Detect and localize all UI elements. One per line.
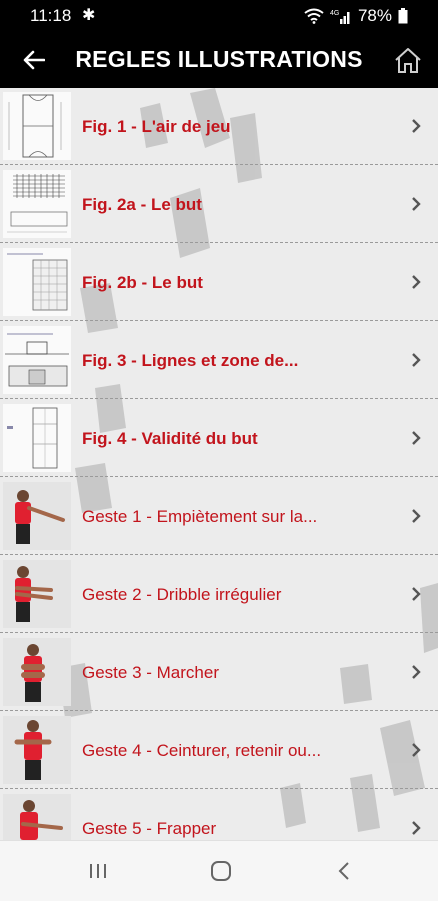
nav-home-button[interactable]: [201, 853, 241, 889]
home-circle-icon: [211, 861, 231, 881]
nav-back-button[interactable]: [324, 853, 364, 889]
thumbnail-referee-gesture-photo: [3, 482, 71, 550]
status-icons: 4G 78%: [304, 6, 408, 26]
thumbnail-goal-side-diagram: [3, 248, 71, 316]
battery-icon: [398, 8, 408, 24]
home-icon: [395, 48, 421, 73]
signal-icon: 4G: [330, 10, 350, 24]
chevron-right-icon: [412, 275, 421, 289]
chevron-right-icon: [412, 665, 421, 679]
list-item-fig-2a[interactable]: Fig. 2a - Le but: [0, 166, 438, 243]
thumbnail-referee-gesture-photo: [3, 560, 71, 628]
page-title: REGLES ILLUSTRATIONS: [75, 46, 363, 72]
nav-back-icon: [338, 862, 349, 880]
battery-percent: 78%: [357, 6, 392, 25]
list-item-fig-4[interactable]: Fig. 4 - Validité du but: [0, 400, 438, 477]
status-time: 11:18: [30, 6, 72, 25]
item-label: Fig. 2b - Le but: [82, 273, 203, 292]
list-item-geste-5[interactable]: Geste 5 - Frapper: [0, 790, 438, 840]
thumbnail-referee-gesture-photo: [3, 716, 71, 784]
item-label: Geste 4 - Ceinturer, retenir ou...: [82, 741, 322, 760]
list-item-fig-2b[interactable]: Fig. 2b - Le but: [0, 244, 438, 321]
item-label: Geste 2 - Dribble irrégulier: [82, 585, 282, 604]
list-item-fig-3[interactable]: Fig. 3 - Lignes et zone de...: [0, 322, 438, 399]
list-item-geste-1[interactable]: Geste 1 - Empiètement sur la...: [0, 478, 438, 555]
item-label: Fig. 4 - Validité du but: [82, 429, 258, 448]
item-label: Geste 5 - Frapper: [82, 819, 217, 838]
item-label: Geste 1 - Empiètement sur la...: [82, 507, 318, 526]
system-navigation-bar: [0, 840, 438, 901]
settings-gear-icon: ✱: [82, 7, 96, 24]
thumbnail-goal-validity-diagram: [3, 404, 71, 472]
chevron-right-icon: [412, 197, 421, 211]
thumbnail-goal-area-lines-diagram: [3, 326, 71, 394]
thumbnail-referee-gesture-photo: [3, 794, 71, 840]
recents-icon: [90, 864, 106, 878]
svg-text:4G: 4G: [330, 10, 339, 17]
thumbnail-court-diagram: [3, 92, 71, 160]
chevron-right-icon: [412, 587, 421, 601]
chevron-right-icon: [412, 509, 421, 523]
item-label: Fig. 3 - Lignes et zone de...: [82, 351, 299, 370]
item-label: Geste 3 - Marcher: [82, 663, 219, 682]
chevron-right-icon: [412, 821, 421, 835]
chevron-right-icon: [412, 743, 421, 757]
illustrations-list[interactable]: Fig. 1 - L'air de jeu Fig. 2a - Le but F…: [0, 88, 438, 840]
list-item-geste-2[interactable]: Geste 2 - Dribble irrégulier: [0, 556, 438, 633]
wifi-icon: [304, 8, 324, 24]
status-bar: 11:18 ✱ 4G 78%: [0, 0, 438, 32]
chevron-right-icon: [412, 353, 421, 367]
list-item-geste-4[interactable]: Geste 4 - Ceinturer, retenir ou...: [0, 712, 438, 789]
chevron-right-icon: [412, 431, 421, 445]
item-label: Fig. 1 - L'air de jeu: [82, 117, 231, 136]
thumbnail-referee-gesture-photo: [3, 638, 71, 706]
home-button[interactable]: [390, 42, 426, 78]
recents-button[interactable]: [78, 853, 118, 889]
list-item-geste-3[interactable]: Geste 3 - Marcher: [0, 634, 438, 711]
item-label: Fig. 2a - Le but: [82, 195, 202, 214]
chevron-right-icon: [412, 119, 421, 133]
thumbnail-goal-net-diagram: [3, 170, 71, 238]
list-item-fig-1[interactable]: Fig. 1 - L'air de jeu: [0, 88, 438, 165]
app-bar: REGLES ILLUSTRATIONS: [0, 32, 438, 88]
